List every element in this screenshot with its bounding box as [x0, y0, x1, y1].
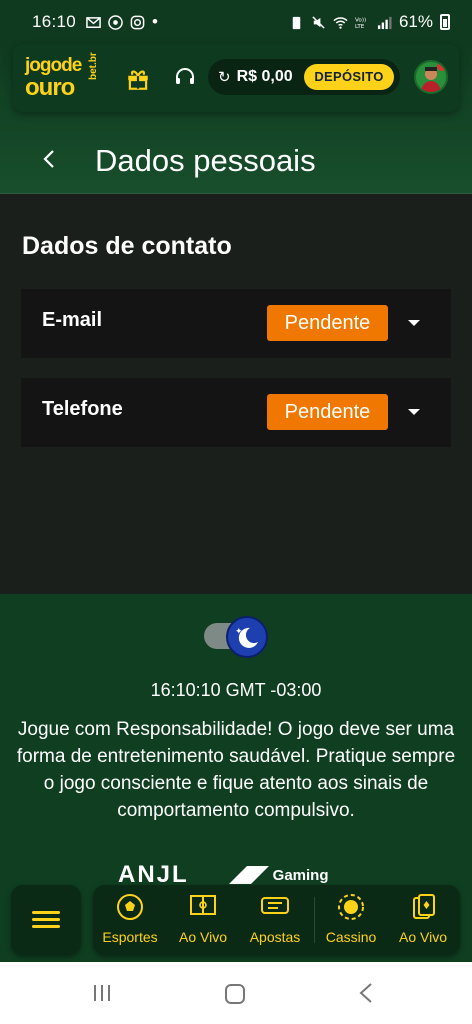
casino-chip-icon — [338, 894, 364, 920]
deposit-button[interactable]: DEPÓSITO — [304, 64, 394, 90]
ticket-icon — [261, 897, 289, 914]
nav-label: Ao Vivo — [399, 929, 447, 945]
contact-row-email[interactable]: E-mail Pendente — [21, 289, 451, 358]
gaming-logo: Gaming — [228, 866, 329, 884]
logo-text-top: jogode — [25, 55, 82, 76]
status-time: 16:10 — [32, 12, 77, 31]
mute-icon — [312, 15, 325, 29]
svg-text:✦: ✦ — [235, 627, 243, 637]
gaming-logo-mark — [228, 866, 269, 884]
avatar[interactable] — [414, 60, 448, 94]
balance-amount: R$ 0,00 — [236, 68, 293, 85]
section-title: Dados de contato — [22, 232, 232, 260]
partner-logos: ANJL Gaming — [118, 861, 329, 888]
back-arrow-icon[interactable] — [38, 148, 60, 170]
status-badge: Pendente — [267, 305, 388, 341]
nav-label: Ao Vivo — [179, 929, 227, 945]
hamburger-icon-bar — [32, 925, 60, 928]
hamburger-icon — [32, 911, 60, 914]
page-title: Dados pessoais — [95, 143, 316, 178]
soccer-ball-icon — [117, 894, 143, 920]
gaming-logo-text: Gaming — [272, 866, 329, 884]
refresh-icon[interactable]: ↻ — [218, 68, 231, 86]
system-nav-bar — [0, 962, 472, 1024]
cards-icon — [413, 894, 435, 919]
field-icon — [190, 895, 216, 915]
system-icons: Vo)) LTE 61% — [289, 12, 450, 32]
contact-label: Telefone — [42, 398, 123, 420]
gmail-icon — [86, 16, 101, 28]
notification-icons: • — [86, 12, 158, 32]
more-notifications-dot: • — [152, 12, 158, 31]
home-icon[interactable] — [224, 983, 246, 1005]
chevron-down-icon[interactable] — [407, 408, 421, 417]
back-nav-icon[interactable] — [358, 982, 374, 1004]
site-logo[interactable]: jogode ouro bet.br — [25, 52, 105, 102]
battery-saver-icon — [292, 16, 301, 29]
recent-apps-icon[interactable] — [92, 983, 112, 1003]
balance-pill[interactable]: ↻ R$ 0,00 DEPÓSITO — [208, 59, 400, 95]
nav-cassino[interactable]: Cassino — [317, 885, 385, 955]
volte-icon: Vo))LTE — [355, 17, 366, 30]
nav-ao-vivo-cassino[interactable]: Ao Vivo — [388, 885, 458, 955]
battery-icon — [440, 14, 450, 30]
status-badge: Pendente — [267, 394, 388, 430]
chrome-icon — [108, 14, 123, 30]
headset-icon[interactable] — [173, 65, 197, 89]
moon-icon: ✦ — [235, 627, 258, 648]
logo-suffix: bet.br — [88, 52, 99, 80]
logo-text-bottom: ouro — [25, 74, 75, 101]
app-header: jogode ouro bet.br ↻ R$ 0,00 DEPÓSITO — [13, 44, 459, 112]
chevron-down-icon[interactable] — [407, 319, 421, 328]
notification-dot — [437, 62, 446, 71]
status-bar: 16:10 • Vo)) LTE 61% — [0, 0, 472, 44]
dark-mode-knob[interactable]: ✦ — [226, 616, 268, 658]
nav-label: Esportes — [102, 929, 158, 945]
bottom-nav: Esportes Ao Vivo Apostas Cassino Ao Vivo — [93, 885, 460, 955]
nav-divider — [314, 897, 315, 943]
hamburger-icon-bar — [32, 918, 60, 921]
gift-icon[interactable] — [125, 66, 151, 92]
svg-text:LTE: LTE — [355, 24, 365, 30]
nav-esportes[interactable]: Esportes — [95, 885, 165, 955]
clock: 16:10:10 GMT -03:00 — [150, 680, 322, 700]
menu-button[interactable] — [11, 885, 81, 955]
signal-icon — [377, 16, 392, 29]
contact-label: E-mail — [42, 309, 103, 331]
contact-row-phone[interactable]: Telefone Pendente — [21, 378, 451, 447]
nav-label: Apostas — [249, 929, 301, 945]
battery-percent: 61% — [398, 12, 433, 31]
nav-label: Cassino — [325, 929, 377, 945]
responsibility-text: Jogue com Responsabilidade! O jogo deve … — [16, 719, 456, 821]
page-header: Dados pessoais — [0, 126, 472, 194]
nav-ao-vivo[interactable]: Ao Vivo — [168, 885, 238, 955]
instagram-icon — [130, 15, 145, 29]
svg-text:Vo)): Vo)) — [355, 17, 366, 23]
nav-apostas[interactable]: Apostas — [239, 885, 311, 955]
wifi-icon — [333, 16, 348, 29]
